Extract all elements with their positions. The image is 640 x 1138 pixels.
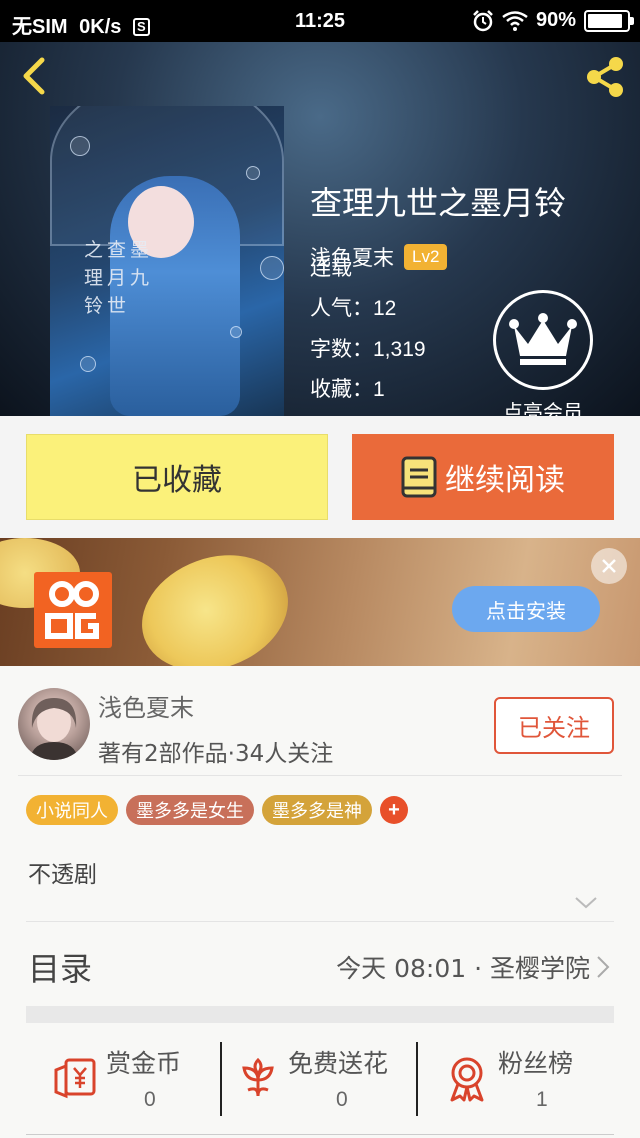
ad-install-button[interactable]: 点击安装 xyxy=(452,586,600,632)
close-icon xyxy=(602,559,616,573)
cover-bubble xyxy=(246,166,260,180)
fan-ranking-label: 粉丝榜 xyxy=(498,1049,574,1078)
divider xyxy=(18,775,622,776)
popularity-label: 人气： xyxy=(310,296,373,320)
book-status: 连载 xyxy=(310,256,352,280)
cover-bubble xyxy=(260,256,284,280)
medal-icon xyxy=(450,1057,484,1102)
cover-bubble xyxy=(80,356,96,372)
book-popularity: 人气：12 xyxy=(310,292,396,322)
book-cover[interactable]: 之查墨理月九铃世 xyxy=(50,106,284,416)
tag-chip[interactable]: 墨多多是神 xyxy=(262,795,372,825)
wifi-icon xyxy=(502,10,528,31)
primary-actions: 已收藏 继续阅读 xyxy=(0,416,640,538)
toc-latest-chapter[interactable]: 今天 08:01 · 圣樱学院 xyxy=(336,949,610,985)
ad-app-logo[interactable] xyxy=(34,572,112,648)
book-header: 之查墨理月九铃世 查理九世之墨月铃 浅色夏末 Lv2 连载 人气：12 字数：1… xyxy=(0,42,640,416)
section-divider-band xyxy=(26,1006,614,1023)
back-chevron-icon xyxy=(23,57,45,95)
crown-badge xyxy=(493,290,593,390)
collected-button[interactable]: 已收藏 xyxy=(26,434,328,520)
reward-coins-label: 赏金币 xyxy=(106,1049,182,1078)
action-separator xyxy=(220,1042,222,1116)
battery-fill xyxy=(588,13,622,28)
collected-label: 已收藏 xyxy=(132,463,222,498)
reader-actions: 赏金币 0 免费送花 0 粉丝榜 1 xyxy=(26,1032,614,1120)
vip-button[interactable]: 点亮会员 xyxy=(492,290,594,416)
words-label: 字数： xyxy=(310,337,373,361)
status-right: 90% xyxy=(472,9,634,32)
toc-title[interactable]: 目录 xyxy=(28,944,92,990)
tag-list: 小说同人 墨多多是女生 墨多多是神 + xyxy=(26,795,408,825)
chevron-right-icon xyxy=(597,956,610,978)
book-favorites: 收藏：1 xyxy=(310,373,385,403)
action-separator xyxy=(416,1042,418,1116)
divider xyxy=(26,921,614,922)
battery-percent: 90% xyxy=(535,9,576,31)
reward-coins-action[interactable]: 赏金币 0 xyxy=(26,1032,222,1120)
share-button[interactable] xyxy=(580,52,630,102)
bottom-divider xyxy=(26,1134,614,1135)
avatar-portrait-icon xyxy=(30,698,78,760)
author-name[interactable]: 浅色夏末 xyxy=(98,688,194,723)
fan-ranking-count: 1 xyxy=(536,1088,548,1111)
vip-label: 点亮会员 xyxy=(503,400,583,416)
tag-chip[interactable]: 墨多多是女生 xyxy=(126,795,254,825)
send-flower-count: 0 xyxy=(336,1088,348,1111)
share-icon xyxy=(587,57,623,97)
camera-logo-icon xyxy=(45,581,99,639)
words-value: 1,319 xyxy=(373,338,426,361)
add-tag-button[interactable]: + xyxy=(380,796,408,824)
alarm-icon xyxy=(473,9,493,31)
cover-title-text: 之查墨理月九铃世 xyxy=(84,239,154,317)
cover-bubble xyxy=(230,326,242,338)
continue-reading-button[interactable]: 继续阅读 xyxy=(352,434,614,520)
crown-icon xyxy=(509,313,577,365)
reward-coins-count: 0 xyxy=(144,1088,156,1111)
flower-icon xyxy=(242,1057,274,1097)
book-summary: 不透剧 xyxy=(28,862,97,888)
expand-chevron-down-icon[interactable] xyxy=(574,896,598,910)
reward-coin-icon xyxy=(54,1058,96,1099)
book-words: 字数：1,319 xyxy=(310,333,426,363)
send-flower-label: 免费送花 xyxy=(288,1049,389,1078)
continue-reading-label: 继续阅读 xyxy=(445,463,565,498)
favorites-value: 1 xyxy=(373,378,385,401)
author-stats: 著有2部作品·34人关注 xyxy=(98,741,334,767)
back-button[interactable] xyxy=(14,54,58,98)
latest-chapter-text: 今天 08:01 · 圣樱学院 xyxy=(336,954,590,983)
fan-ranking-action[interactable]: 粉丝榜 1 xyxy=(418,1032,614,1120)
author-avatar[interactable] xyxy=(18,688,90,760)
status-bar: 无SIM 0K/s S 11:25 90% xyxy=(0,0,640,42)
battery-icon xyxy=(584,9,634,32)
send-flower-action[interactable]: 免费送花 0 xyxy=(222,1032,418,1120)
tag-chip[interactable]: 小说同人 xyxy=(26,795,118,825)
ad-image-part xyxy=(125,538,305,666)
book-icon xyxy=(401,456,437,498)
author-level-badge: Lv2 xyxy=(404,244,448,270)
book-title: 查理九世之墨月铃 xyxy=(310,184,567,222)
popularity-value: 12 xyxy=(373,297,397,320)
favorites-label: 收藏： xyxy=(310,377,373,401)
ad-close-button[interactable] xyxy=(591,548,627,584)
cover-bubble xyxy=(70,136,90,156)
follow-button[interactable]: 已关注 xyxy=(494,697,614,754)
